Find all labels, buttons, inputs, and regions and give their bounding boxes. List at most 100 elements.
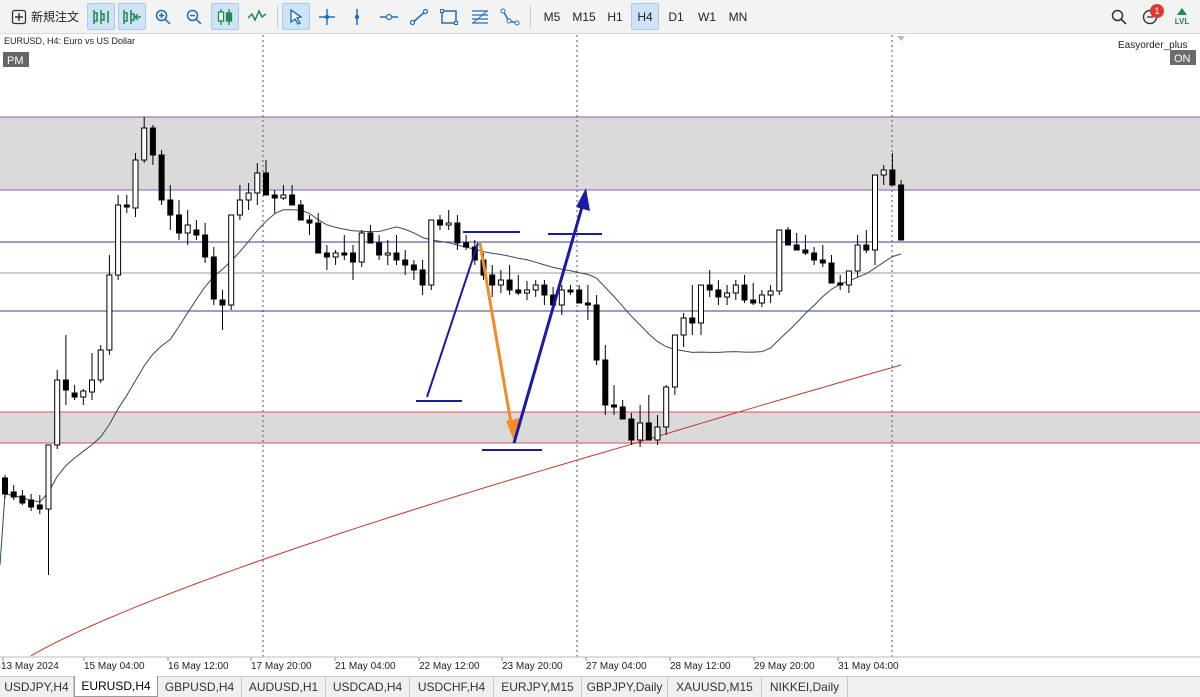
timeframe-m15[interactable]: M15 [568, 3, 600, 30]
timeframe-w1[interactable]: W1 [693, 3, 721, 30]
candle-body [524, 289, 530, 294]
cursor-button[interactable] [282, 3, 310, 30]
timeframe-mn[interactable]: MN [723, 3, 753, 30]
candle-body [393, 252, 400, 261]
timeframe-d1[interactable]: D1 [662, 3, 690, 30]
candle-body [306, 219, 313, 224]
candle-body [454, 222, 461, 244]
candle-body [767, 290, 774, 296]
symbol-tab[interactable]: USDCHF,H4 [410, 677, 494, 697]
candle-body [872, 174, 878, 251]
candle-body [637, 422, 644, 441]
x-tick-label: 15 May 04:00 [84, 661, 145, 672]
candle-body [410, 264, 417, 271]
timeframe-h4[interactable]: H4 [631, 3, 659, 30]
x-tick-label: 29 May 20:00 [754, 661, 815, 672]
fibonacci-button[interactable] [467, 3, 493, 30]
zoom-in-button[interactable] [150, 3, 176, 30]
candle-body [289, 194, 296, 206]
candle-body [54, 379, 61, 446]
candle-body [184, 224, 191, 234]
timeframe-h1[interactable]: H1 [602, 3, 628, 30]
candle-body [785, 229, 791, 246]
symbol-tab[interactable]: GBPJPY,Daily [582, 677, 668, 697]
candle-body [115, 204, 122, 276]
candle-body [123, 204, 130, 208]
candle-body [28, 499, 35, 508]
candle-body [698, 284, 704, 324]
zoom-out-button[interactable] [181, 3, 207, 30]
vertical-line-button[interactable] [344, 3, 370, 30]
symbol-tab[interactable]: EURUSD,H4 [74, 676, 158, 697]
candle-body [106, 274, 113, 351]
symbol-tab[interactable]: GBPUSD,H4 [158, 677, 242, 697]
indicator-icon [247, 8, 267, 22]
rectangle-icon [440, 8, 458, 25]
horizontal-line-icon [380, 13, 398, 20]
crosshair-icon [319, 8, 335, 25]
x-tick-label: 23 May 20:00 [502, 661, 563, 672]
indicator-button[interactable] [244, 3, 270, 30]
candle-body [236, 199, 243, 216]
candle-body [506, 279, 513, 291]
crosshair-button[interactable] [314, 3, 340, 30]
candle-body [263, 172, 269, 196]
symbol-tab[interactable]: NIKKEI,Daily [762, 677, 848, 697]
candle-body [671, 334, 678, 388]
candle-body [811, 252, 818, 261]
candle-body [71, 392, 78, 398]
one-click-trading-button[interactable] [118, 3, 146, 30]
symbol-tab[interactable]: EURJPY,M15 [494, 677, 582, 697]
rectangle-button[interactable] [436, 3, 462, 30]
symbol-tab[interactable]: USDJPY,H4 [0, 677, 74, 697]
candle-body [750, 299, 757, 304]
price-chart: 13 May 2024 15 May 04:00 16 May 12:00 17 Ma… [0, 35, 1200, 675]
new-order-button[interactable]: 新規注文 [6, 3, 84, 30]
trend-line-button[interactable] [406, 3, 432, 30]
chart-area[interactable]: 13 May 2024 15 May 04:00 16 May 12:00 17 Ma… [0, 35, 1200, 675]
candle-body [532, 284, 539, 291]
candle-body [602, 359, 609, 406]
one-click-trading-icon [123, 9, 141, 24]
horizontal-line-button[interactable] [376, 3, 402, 30]
trend-line-icon [409, 8, 429, 25]
candle-body [158, 154, 165, 201]
candle-body [732, 284, 739, 294]
candle-body [497, 279, 504, 286]
candle-body [889, 169, 896, 186]
pm-label: PM [7, 55, 24, 67]
candle-body [611, 404, 617, 408]
candle-body [315, 222, 322, 254]
symbol-tab[interactable]: AUDUSD,H1 [242, 677, 326, 697]
candle-body [176, 214, 182, 234]
depth-of-market-button[interactable] [87, 3, 115, 30]
candle-body [724, 292, 731, 298]
candlestick-chart-button[interactable] [211, 3, 239, 30]
candle-body [515, 289, 522, 294]
symbol-tabs: USDJPY,H4 EURUSD,H4 GBPUSD,H4 AUDUSD,H1 USDC… [0, 676, 1200, 697]
lvl-button[interactable]: LVL [1168, 3, 1196, 30]
candle-body [706, 284, 713, 291]
candle-body [628, 418, 635, 441]
candle-body [880, 169, 887, 176]
shapes-button[interactable] [497, 3, 523, 30]
candle-body [419, 269, 426, 286]
x-tick-label: 22 May 12:00 [419, 661, 480, 672]
candle-body [132, 159, 139, 209]
candle-body [793, 244, 800, 251]
candle-body [358, 232, 365, 263]
timeframe-m5[interactable]: M5 [538, 3, 566, 30]
candle-body [167, 199, 174, 216]
search-button[interactable] [1106, 3, 1132, 30]
candle-body [332, 252, 339, 258]
lvl-icon [1177, 8, 1187, 15]
candle-body [445, 222, 452, 226]
candle-body [376, 242, 383, 256]
candle-body [463, 242, 470, 248]
candle-body [228, 214, 235, 306]
candle-body [828, 262, 835, 284]
zoom-out-icon [186, 9, 202, 25]
symbol-tab[interactable]: USDCAD,H4 [326, 677, 410, 697]
candle-body [141, 127, 148, 161]
symbol-tab[interactable]: XAUUSD,M15 [668, 677, 762, 697]
